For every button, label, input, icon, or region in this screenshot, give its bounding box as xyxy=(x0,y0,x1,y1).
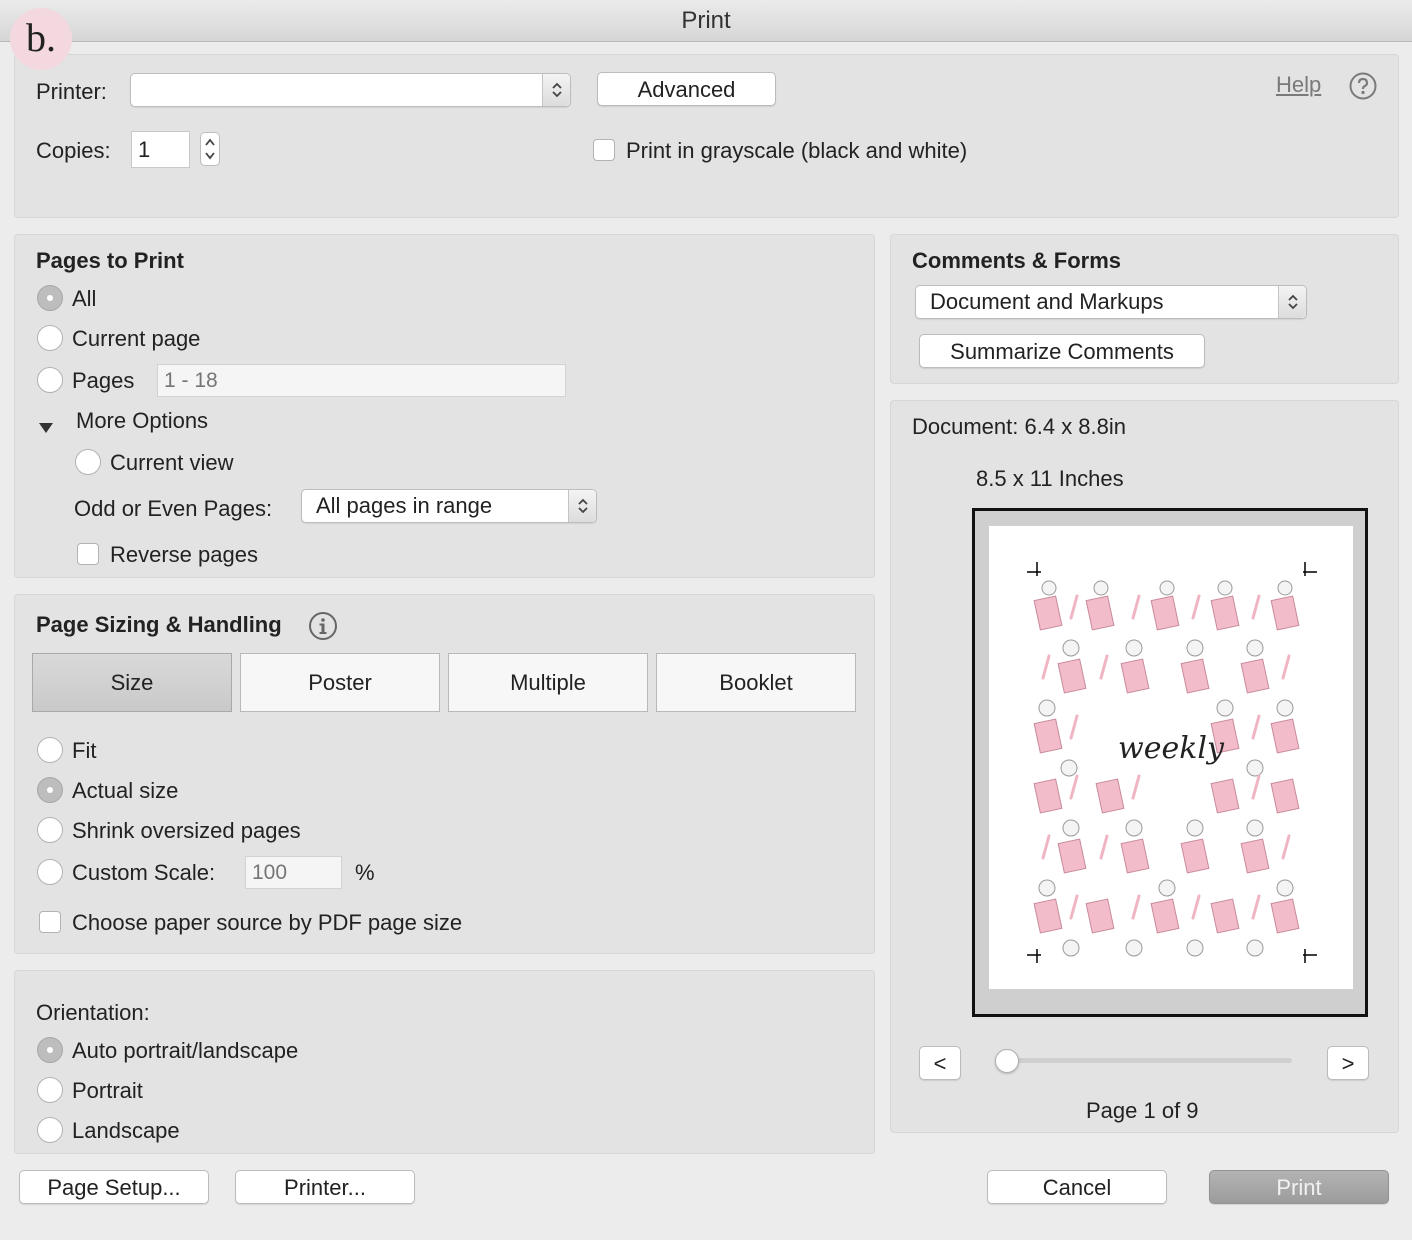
radio-pages-label: Pages xyxy=(72,368,135,393)
tab-booklet[interactable]: Booklet xyxy=(656,653,856,712)
grayscale-checkbox[interactable] xyxy=(593,139,615,161)
cancel-button-label: Cancel xyxy=(1042,1175,1112,1200)
page-preview: weekly xyxy=(972,508,1368,1017)
page-sizing-panel xyxy=(14,594,875,954)
help-icon[interactable] xyxy=(1349,72,1377,100)
page-sizing-heading: Page Sizing & Handling xyxy=(36,612,282,637)
radio-all-label: All xyxy=(72,286,97,311)
radio-fit-label: Fit xyxy=(72,738,97,763)
page-setup-label: Page Setup... xyxy=(47,1175,181,1200)
tab-size-label: Size xyxy=(110,670,154,695)
radio-current-view[interactable] xyxy=(75,449,101,475)
print-button[interactable]: Print xyxy=(1209,1170,1389,1204)
comments-select-value: Document and Markups xyxy=(930,289,1164,314)
summarize-comments-label: Summarize Comments xyxy=(950,339,1174,364)
next-page-label: > xyxy=(1341,1051,1355,1076)
figure-badge: b. xyxy=(10,8,72,70)
printer-select[interactable] xyxy=(130,73,571,107)
printer-label: Printer: xyxy=(36,79,107,104)
pages-range-input[interactable] xyxy=(157,364,566,397)
preview-weekly-text: weekly xyxy=(1118,731,1225,766)
advanced-button[interactable]: Advanced xyxy=(597,72,776,106)
percent-label: % xyxy=(355,860,375,885)
paper-size-label: 8.5 x 11 Inches xyxy=(976,466,1124,491)
tab-poster[interactable]: Poster xyxy=(240,653,440,712)
paper-source-checkbox[interactable] xyxy=(39,911,61,933)
radio-current-view-label: Current view xyxy=(110,450,234,475)
disclosure-triangle-icon[interactable] xyxy=(38,415,54,441)
radio-landscape[interactable] xyxy=(37,1117,63,1143)
print-button-label: Print xyxy=(1276,1175,1322,1200)
page-slider-track[interactable] xyxy=(1000,1058,1292,1063)
help-link[interactable]: Help xyxy=(1276,72,1321,98)
window-title: Print xyxy=(681,7,731,34)
grayscale-label: Print in grayscale (black and white) xyxy=(626,138,968,163)
summarize-comments-button[interactable]: Summarize Comments xyxy=(919,334,1205,368)
copies-input[interactable] xyxy=(131,131,190,168)
custom-scale-input[interactable] xyxy=(245,856,342,889)
page-indicator: Page 1 of 9 xyxy=(1086,1098,1199,1123)
more-options-label[interactable]: More Options xyxy=(76,408,208,434)
radio-shrink-oversized[interactable] xyxy=(37,817,63,843)
orientation-heading: Orientation: xyxy=(36,1000,150,1025)
comments-forms-heading: Comments & Forms xyxy=(912,248,1122,273)
radio-auto-orientation-label: Auto portrait/landscape xyxy=(72,1038,299,1063)
page-setup-button[interactable]: Page Setup... xyxy=(19,1170,209,1204)
preview-pattern-image: weekly xyxy=(1027,562,1317,963)
radio-actual-size[interactable] xyxy=(37,777,63,803)
printer-button[interactable]: Printer... xyxy=(235,1170,415,1204)
radio-all[interactable] xyxy=(37,285,63,311)
prev-page-button[interactable]: < xyxy=(919,1046,961,1080)
copies-stepper[interactable] xyxy=(200,132,220,166)
radio-fit[interactable] xyxy=(37,737,63,763)
radio-current-page-label: Current page xyxy=(72,326,201,351)
advanced-button-label: Advanced xyxy=(637,77,736,102)
next-page-button[interactable]: > xyxy=(1327,1046,1369,1080)
cancel-button[interactable]: Cancel xyxy=(987,1170,1167,1204)
info-icon[interactable] xyxy=(308,611,338,641)
radio-current-page[interactable] xyxy=(37,325,63,351)
radio-auto-orientation[interactable] xyxy=(37,1037,63,1063)
odd-even-label: Odd or Even Pages: xyxy=(74,496,273,521)
window-title-bar: Print xyxy=(0,0,1412,42)
reverse-pages-label: Reverse pages xyxy=(110,542,258,567)
pages-to-print-panel xyxy=(14,234,875,578)
radio-shrink-oversized-label: Shrink oversized pages xyxy=(72,818,301,843)
odd-even-select-value: All pages in range xyxy=(316,493,493,518)
preview-paper: weekly xyxy=(989,526,1353,989)
radio-custom-scale[interactable] xyxy=(37,859,63,885)
prev-page-label: < xyxy=(933,1051,947,1076)
tab-booklet-label: Booklet xyxy=(719,670,793,695)
comments-select[interactable]: Document and Markups xyxy=(915,285,1307,319)
tab-size[interactable]: Size xyxy=(32,653,232,712)
radio-landscape-label: Landscape xyxy=(72,1118,180,1143)
radio-portrait-label: Portrait xyxy=(72,1078,143,1103)
tab-multiple[interactable]: Multiple xyxy=(448,653,648,712)
radio-pages[interactable] xyxy=(37,367,63,393)
tab-poster-label: Poster xyxy=(308,670,372,695)
radio-custom-scale-label: Custom Scale: xyxy=(72,860,216,885)
document-size-label: Document: 6.4 x 8.8in xyxy=(912,414,1127,439)
chevron-updown-icon xyxy=(1278,286,1306,318)
radio-portrait[interactable] xyxy=(37,1077,63,1103)
copies-label: Copies: xyxy=(36,138,111,163)
reverse-pages-checkbox[interactable] xyxy=(77,543,99,565)
radio-actual-size-label: Actual size xyxy=(72,778,179,803)
tab-multiple-label: Multiple xyxy=(510,670,586,695)
odd-even-select[interactable]: All pages in range xyxy=(301,489,597,523)
page-slider-thumb[interactable] xyxy=(995,1049,1019,1073)
paper-source-label: Choose paper source by PDF page size xyxy=(72,910,463,935)
printer-button-label: Printer... xyxy=(284,1175,366,1200)
pages-to-print-heading: Pages to Print xyxy=(36,248,184,273)
chevron-updown-icon xyxy=(542,74,570,106)
chevron-updown-icon xyxy=(568,490,596,522)
